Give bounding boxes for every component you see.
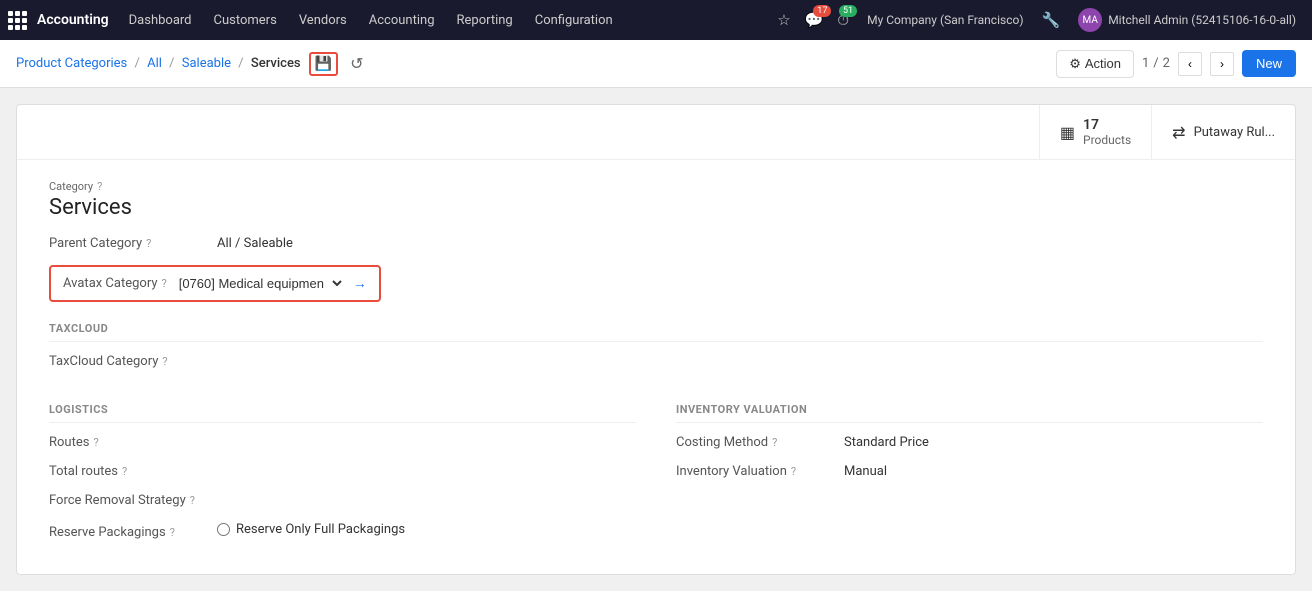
breadcrumb-bar: Product Categories / All / Saleable / Se… [0, 40, 1312, 88]
nav-dashboard[interactable]: Dashboard [119, 0, 202, 40]
inventory-valuation-value: Manual [844, 464, 887, 479]
routes-help-icon[interactable]: ? [93, 436, 98, 449]
inventory-valuation-row: Inventory Valuation ? Manual [676, 464, 1263, 479]
products-button[interactable]: ▦ 17 Products [1039, 105, 1151, 159]
company-name[interactable]: My Company (San Francisco) [859, 13, 1031, 27]
putaway-button[interactable]: ⇄ Putaway Rul... [1151, 105, 1295, 159]
main-content: ▦ 17 Products ⇄ Putaway Rul... Category … [0, 88, 1312, 591]
chat-icon[interactable]: 💬 17 [801, 7, 828, 33]
avatax-help-icon[interactable]: ? [162, 277, 167, 290]
reserve-packagings-help-icon[interactable]: ? [170, 526, 175, 539]
activity-icon[interactable]: ⏱ 51 [833, 7, 853, 33]
tools-icon[interactable]: 🔧 [1038, 7, 1065, 33]
avatax-select[interactable]: [0760] Medical equipmen [175, 275, 345, 292]
force-removal-label: Force Removal Strategy ? [49, 493, 209, 508]
sep1: / [134, 56, 139, 71]
breadcrumb-saleable[interactable]: Saleable [182, 56, 231, 71]
nav-accounting[interactable]: Accounting [359, 0, 445, 40]
reserve-packagings-label: Reserve Packagings ? [49, 525, 209, 540]
sep2: / [169, 56, 174, 71]
top-navigation: Accounting Dashboard Customers Vendors A… [0, 0, 1312, 40]
nav-reporting[interactable]: Reporting [447, 0, 523, 40]
save-button[interactable]: 💾 [309, 52, 338, 76]
category-label: Category ? [49, 180, 1263, 193]
app-logo[interactable]: Accounting [8, 11, 109, 30]
costing-method-value: Standard Price [844, 435, 929, 450]
total-routes-row: Total routes ? [49, 464, 636, 479]
action-button[interactable]: ⚙ Action [1056, 50, 1134, 78]
form-card: ▦ 17 Products ⇄ Putaway Rul... Category … [16, 104, 1296, 575]
star-icon[interactable]: ☆ [773, 7, 794, 33]
force-removal-help-icon[interactable]: ? [190, 494, 195, 507]
products-count: 17 [1083, 117, 1131, 133]
two-column-section: LOGISTICS Routes ? Total routes ? [49, 383, 1263, 554]
taxcloud-help-icon[interactable]: ? [162, 355, 167, 368]
user-menu[interactable]: MA Mitchell Admin (52415106-16-0-all) [1070, 8, 1304, 32]
app-name: Accounting [37, 12, 109, 28]
nav-configuration[interactable]: Configuration [525, 0, 623, 40]
new-button[interactable]: New [1242, 50, 1296, 77]
avatax-category-row: Avatax Category ? [0760] Medical equipme… [49, 265, 381, 302]
save-icon: 💾 [315, 56, 332, 72]
breadcrumb-all[interactable]: All [147, 56, 162, 71]
gear-icon: ⚙ [1069, 56, 1081, 72]
sep3: / [238, 56, 243, 71]
parent-category-label: Parent Category ? [49, 236, 209, 251]
reset-button[interactable]: ↺ [346, 50, 367, 77]
avatax-arrow-button[interactable]: → [353, 275, 367, 292]
parent-category-help-icon[interactable]: ? [146, 237, 151, 250]
reserve-packagings-radio[interactable] [217, 523, 230, 536]
card-header: ▦ 17 Products ⇄ Putaway Rul... [17, 105, 1295, 160]
parent-category-row: Parent Category ? All / Saleable [49, 236, 1263, 251]
category-value: Services [49, 195, 1263, 220]
category-help-icon[interactable]: ? [97, 180, 102, 193]
taxcloud-category-label: TaxCloud Category ? [49, 354, 209, 369]
pager-total: 2 [1163, 56, 1170, 71]
nav-vendors[interactable]: Vendors [289, 0, 357, 40]
nav-customers[interactable]: Customers [204, 0, 287, 40]
pager-prev-button[interactable]: ‹ [1178, 52, 1202, 76]
inventory-valuation-column: INVENTORY VALUATION Costing Method ? Sta… [676, 383, 1263, 554]
pager-next-button[interactable]: › [1210, 52, 1234, 76]
inventory-valuation-section-header: INVENTORY VALUATION [676, 403, 1263, 423]
taxcloud-category-row: TaxCloud Category ? [49, 354, 1263, 369]
pager-current: 1 [1142, 56, 1149, 71]
putaway-label: Putaway Rul... [1194, 125, 1275, 140]
grid-icon [8, 11, 27, 30]
pager: 1 / 2 [1142, 56, 1170, 71]
avatax-label: Avatax Category ? [63, 276, 167, 291]
total-routes-help-icon[interactable]: ? [122, 465, 127, 478]
logistics-column: LOGISTICS Routes ? Total routes ? [49, 383, 636, 554]
costing-method-row: Costing Method ? Standard Price [676, 435, 1263, 450]
products-grid-icon: ▦ [1060, 123, 1075, 142]
inventory-valuation-help-icon[interactable]: ? [791, 465, 796, 478]
total-routes-label: Total routes ? [49, 464, 209, 479]
putaway-icon: ⇄ [1172, 123, 1185, 142]
breadcrumb: Product Categories / All / Saleable / Se… [16, 56, 301, 71]
reserve-packagings-row: Reserve Packagings ? Reserve Only Full P… [49, 522, 636, 540]
taxcloud-section-header: TAXCLOUD [49, 322, 1263, 342]
chat-badge: 17 [813, 5, 831, 17]
inventory-valuation-label: Inventory Valuation ? [676, 464, 836, 479]
costing-method-help-icon[interactable]: ? [772, 436, 777, 449]
products-label: Products [1083, 133, 1131, 147]
user-name: Mitchell Admin (52415106-16-0-all) [1108, 13, 1296, 27]
reserve-packagings-option: Reserve Only Full Packagings [217, 522, 405, 537]
avatar: MA [1078, 8, 1102, 32]
force-removal-row: Force Removal Strategy ? [49, 493, 636, 508]
breadcrumb-current: Services [251, 56, 301, 71]
logistics-section-header: LOGISTICS [49, 403, 636, 423]
parent-category-value: All / Saleable [217, 236, 293, 251]
routes-label: Routes ? [49, 435, 209, 450]
costing-method-label: Costing Method ? [676, 435, 836, 450]
card-body: Category ? Services Parent Category ? Al… [17, 160, 1295, 574]
activity-badge: 51 [839, 5, 857, 17]
routes-row: Routes ? [49, 435, 636, 450]
breadcrumb-product-categories[interactable]: Product Categories [16, 56, 127, 71]
